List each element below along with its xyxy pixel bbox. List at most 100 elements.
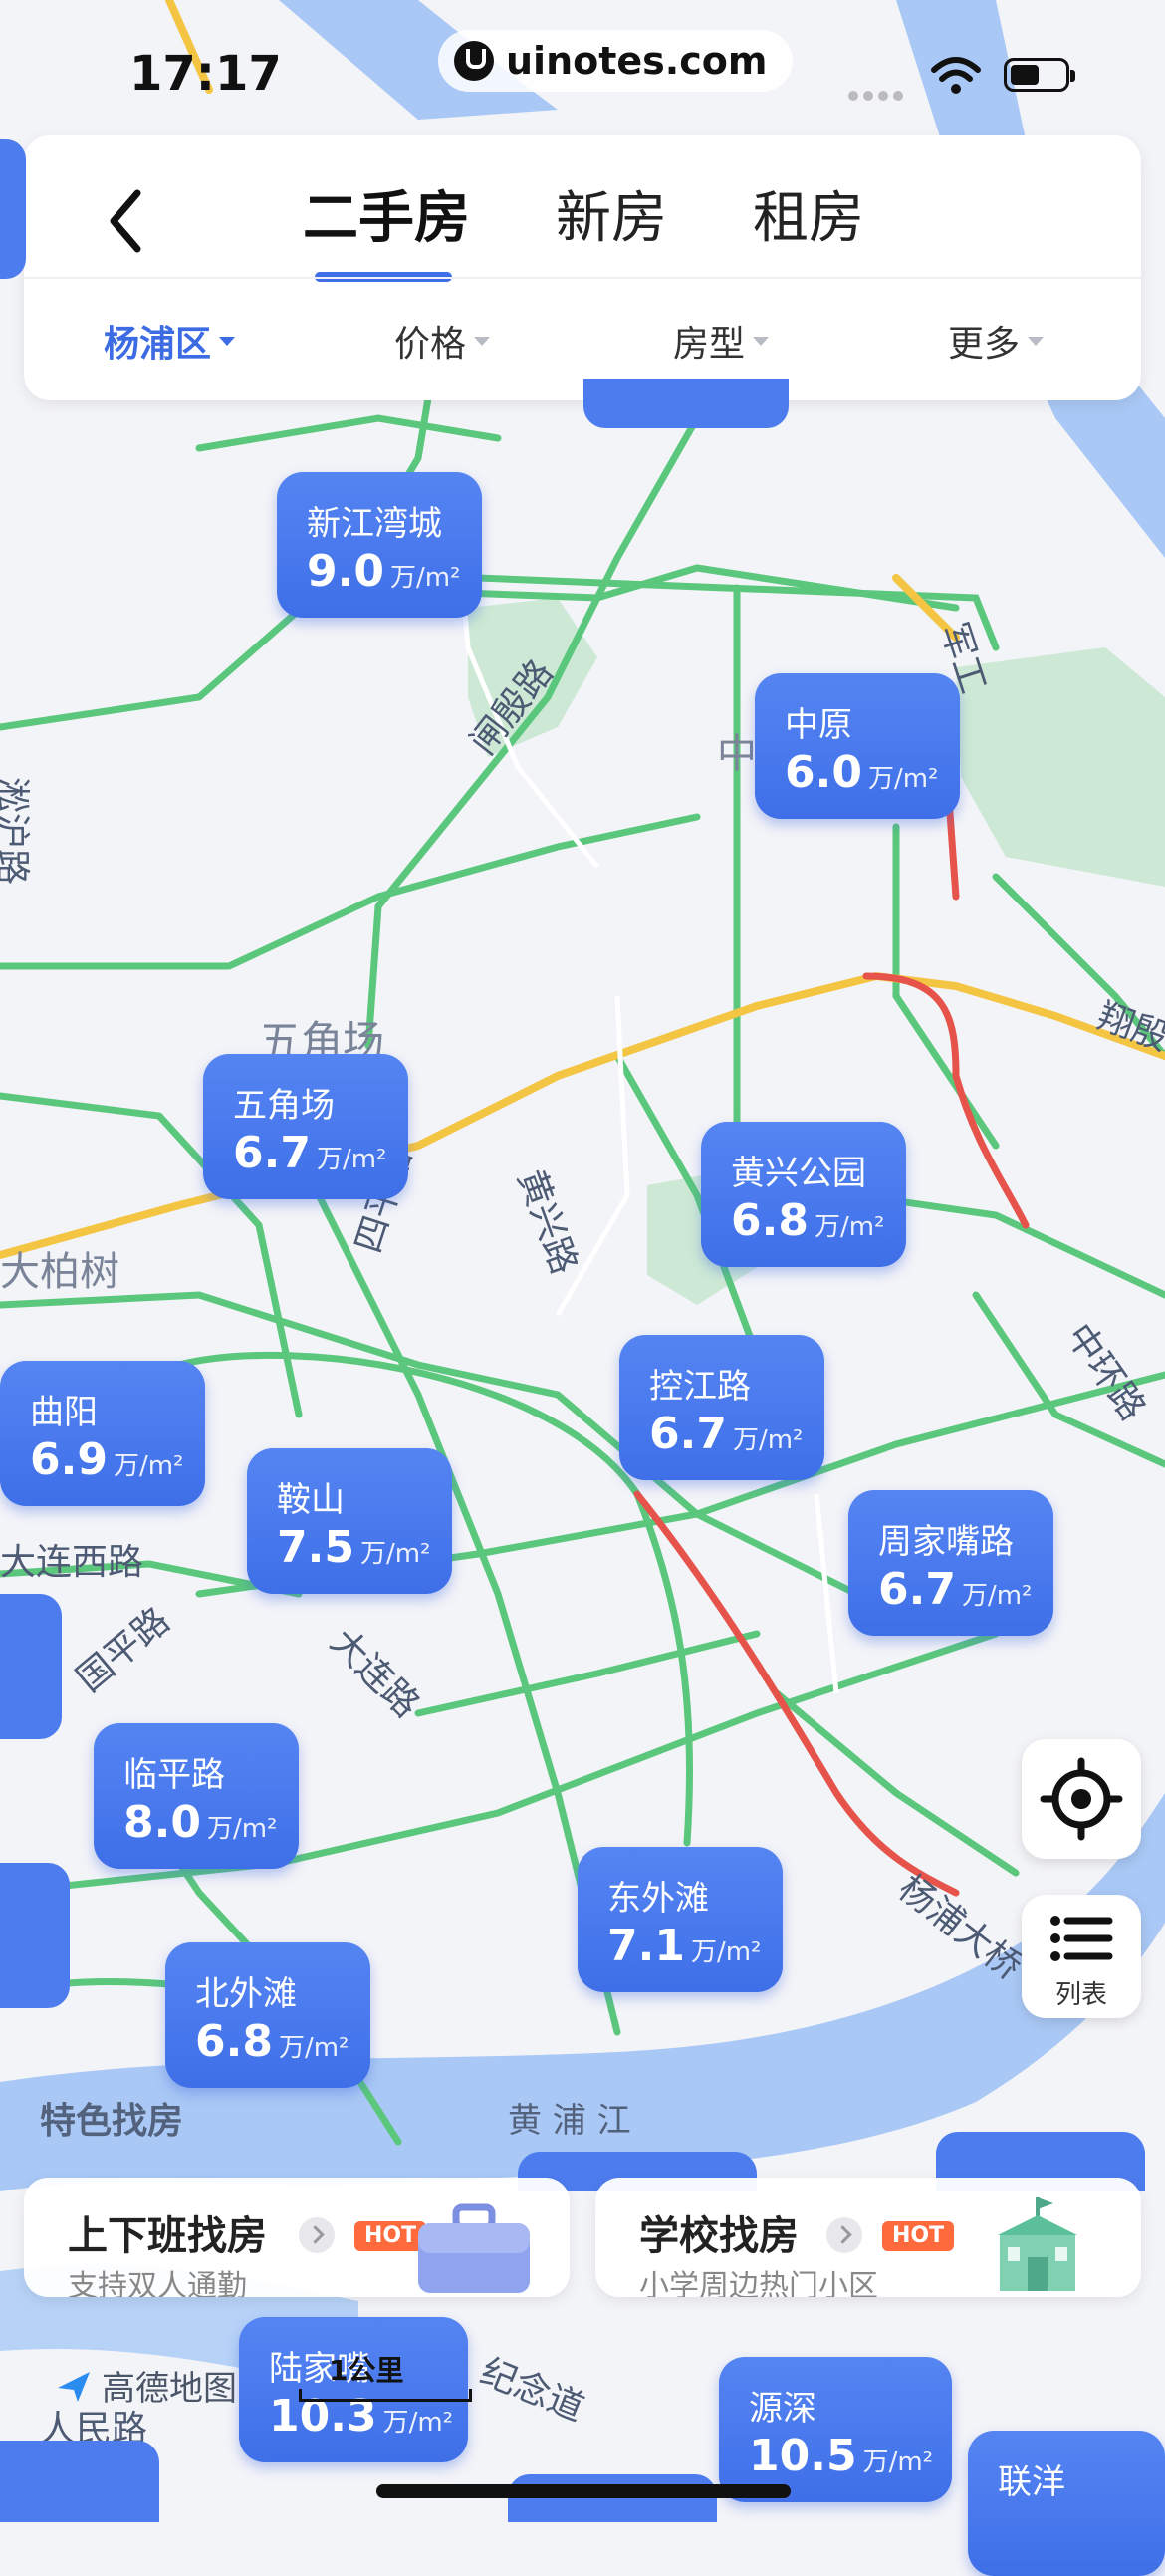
map-marker[interactable]: 鞍山 7.5 万/m² [247, 1448, 452, 1594]
school-card-title: 学校找房 [639, 2213, 799, 2259]
uinotes-logo-icon [454, 41, 494, 81]
marker-name: 鞍山 [277, 1480, 345, 1520]
marker-price-line: 7.1 万/m² [607, 1919, 783, 1980]
url-pill: uinotes.com [438, 30, 794, 92]
commute-search-card[interactable]: 上下班找房 HOT 支持双人通勤 [24, 2178, 570, 2297]
map-marker[interactable]: 周家嘴路 6.7 万/m² [848, 1490, 1053, 1636]
svg-text:黄 浦 江: 黄 浦 江 [508, 2101, 631, 2141]
marker-name: 北外滩 [195, 1974, 297, 2014]
marker-name: 控江路 [649, 1367, 751, 1407]
locate-button[interactable] [1022, 1739, 1141, 1859]
marker-name: 临平路 [123, 1755, 225, 1795]
marker-unit: 万/m² [961, 1581, 1033, 1611]
map-marker-partial[interactable] [0, 1594, 62, 1739]
url-text: uinotes.com [506, 39, 768, 83]
marker-price: 10.5 [749, 2431, 857, 2481]
map-marker[interactable]: 黄兴公园 6.8 万/m² [701, 1122, 906, 1267]
marker-price-line: 6.7 万/m² [878, 1562, 1053, 1624]
featured-title: 特色找房 [40, 2101, 184, 2142]
home-indicator[interactable] [376, 2484, 791, 2498]
housing-tabs: 二手房 新房 租房 [303, 173, 950, 282]
filter-more-label: 更多 [948, 324, 1021, 365]
map-marker[interactable]: 中原 6.0 万/m² [755, 673, 960, 819]
marker-name: 源深 [749, 2389, 816, 2429]
map-marker[interactable]: 东外滩 7.1 万/m² [578, 1847, 783, 1992]
map-marker[interactable]: 控江路 6.7 万/m² [619, 1335, 824, 1480]
marker-price-line: 6.9 万/m² [30, 1432, 205, 1494]
marker-unit: 万/m² [867, 764, 939, 794]
marker-unit: 万/m² [382, 2408, 454, 2438]
marker-unit: 万/m² [862, 2447, 934, 2477]
header-divider [24, 277, 1141, 279]
filter-price[interactable]: 价格 [394, 315, 491, 367]
map-marker[interactable]: 源深 10.5 万/m² [719, 2357, 952, 2502]
map-marker-partial[interactable] [0, 2441, 159, 2522]
svg-text:中: 中 [717, 731, 757, 777]
map-scale-label: 1公里 [329, 2354, 404, 2387]
marker-price-line: 9.0 万/m² [307, 544, 482, 606]
map-marker-partial[interactable] [583, 379, 789, 428]
marker-price-line: 6.7 万/m² [233, 1126, 408, 1187]
map-marker[interactable]: 北外滩 6.8 万/m² [165, 1942, 370, 2088]
marker-unit: 万/m² [278, 2033, 350, 2063]
caret-down-icon [753, 336, 770, 346]
marker-name: 黄兴公园 [731, 1154, 866, 1193]
filter-district[interactable]: 杨浦区 [104, 315, 236, 367]
marker-price: 6.0 [785, 747, 862, 798]
status-time: 17:17 [129, 46, 282, 102]
briefcase-icon [418, 2203, 530, 2293]
map-marker[interactable]: 新江湾城 9.0 万/m² [277, 472, 482, 618]
commute-card-title: 上下班找房 [68, 2213, 267, 2259]
marker-name: 东外滩 [607, 1879, 709, 1919]
marker-price-line: 8.0 万/m² [123, 1795, 299, 1857]
map-scale-bar [299, 2389, 472, 2402]
map-marker-partial[interactable] [0, 139, 26, 279]
map-marker[interactable]: 临平路 8.0 万/m² [94, 1723, 299, 1869]
marker-price-line: 6.0 万/m² [785, 745, 960, 807]
map-marker[interactable]: 五角场 6.7 万/m² [203, 1054, 408, 1199]
marker-unit: 万/m² [206, 1814, 278, 1844]
marker-price-line: 10.5 万/m² [749, 2429, 952, 2490]
marker-price: 6.8 [195, 2016, 273, 2067]
map-marker[interactable]: 曲阳 6.9 万/m² [0, 1361, 205, 1506]
marker-unit: 万/m² [359, 1539, 431, 1569]
filter-more[interactable]: 更多 [948, 315, 1045, 367]
filter-price-label: 价格 [394, 324, 467, 365]
marker-unit: 万/m² [732, 1425, 804, 1455]
marker-price-line: 6.8 万/m² [195, 2014, 370, 2076]
marker-unit: 万/m² [814, 1212, 885, 1242]
filter-district-label: 杨浦区 [104, 324, 212, 365]
map-marker-partial[interactable] [0, 1863, 70, 2008]
list-view-button[interactable]: 列表 [1022, 1895, 1141, 2018]
back-icon[interactable] [98, 179, 157, 265]
marker-price: 6.7 [649, 1409, 727, 1459]
marker-price: 6.9 [30, 1434, 108, 1485]
caret-down-icon [474, 336, 491, 346]
school-building-icon [998, 2197, 1077, 2291]
marker-name: 五角场 [233, 1086, 335, 1126]
map-marker-partial[interactable] [508, 2474, 717, 2522]
marker-price: 6.7 [233, 1128, 311, 1178]
locate-icon [1040, 1757, 1123, 1841]
tab-new-home[interactable]: 新房 [556, 173, 667, 254]
marker-price: 8.0 [123, 1797, 201, 1848]
tab-second-hand[interactable]: 二手房 [303, 173, 470, 282]
svg-text:大连西路: 大连西路 [0, 1542, 143, 1583]
svg-text:淞沪路: 淞沪路 [0, 777, 32, 885]
filter-layout-label: 房型 [673, 324, 746, 365]
filter-layout[interactable]: 房型 [673, 315, 770, 367]
marker-price-line: 6.8 万/m² [731, 1193, 906, 1255]
map-marker[interactable]: 联洋 [968, 2431, 1165, 2576]
marker-unit: 万/m² [690, 1937, 762, 1967]
marker-name: 曲阳 [30, 1393, 98, 1432]
battery-icon [1004, 58, 1075, 92]
school-search-card[interactable]: 学校找房 HOT 小学周边热门小区 [595, 2178, 1141, 2297]
list-icon [1050, 1916, 1113, 1961]
status-bar: 17:17 uinotes.com [0, 0, 1165, 139]
tab-rental[interactable]: 租房 [753, 173, 864, 254]
wifi-icon [931, 57, 981, 94]
marker-price: 7.5 [277, 1522, 354, 1573]
marker-name: 新江湾城 [307, 504, 442, 544]
chevron-right-icon [299, 2217, 335, 2253]
map-provider: 高德地图 [54, 2361, 237, 2410]
